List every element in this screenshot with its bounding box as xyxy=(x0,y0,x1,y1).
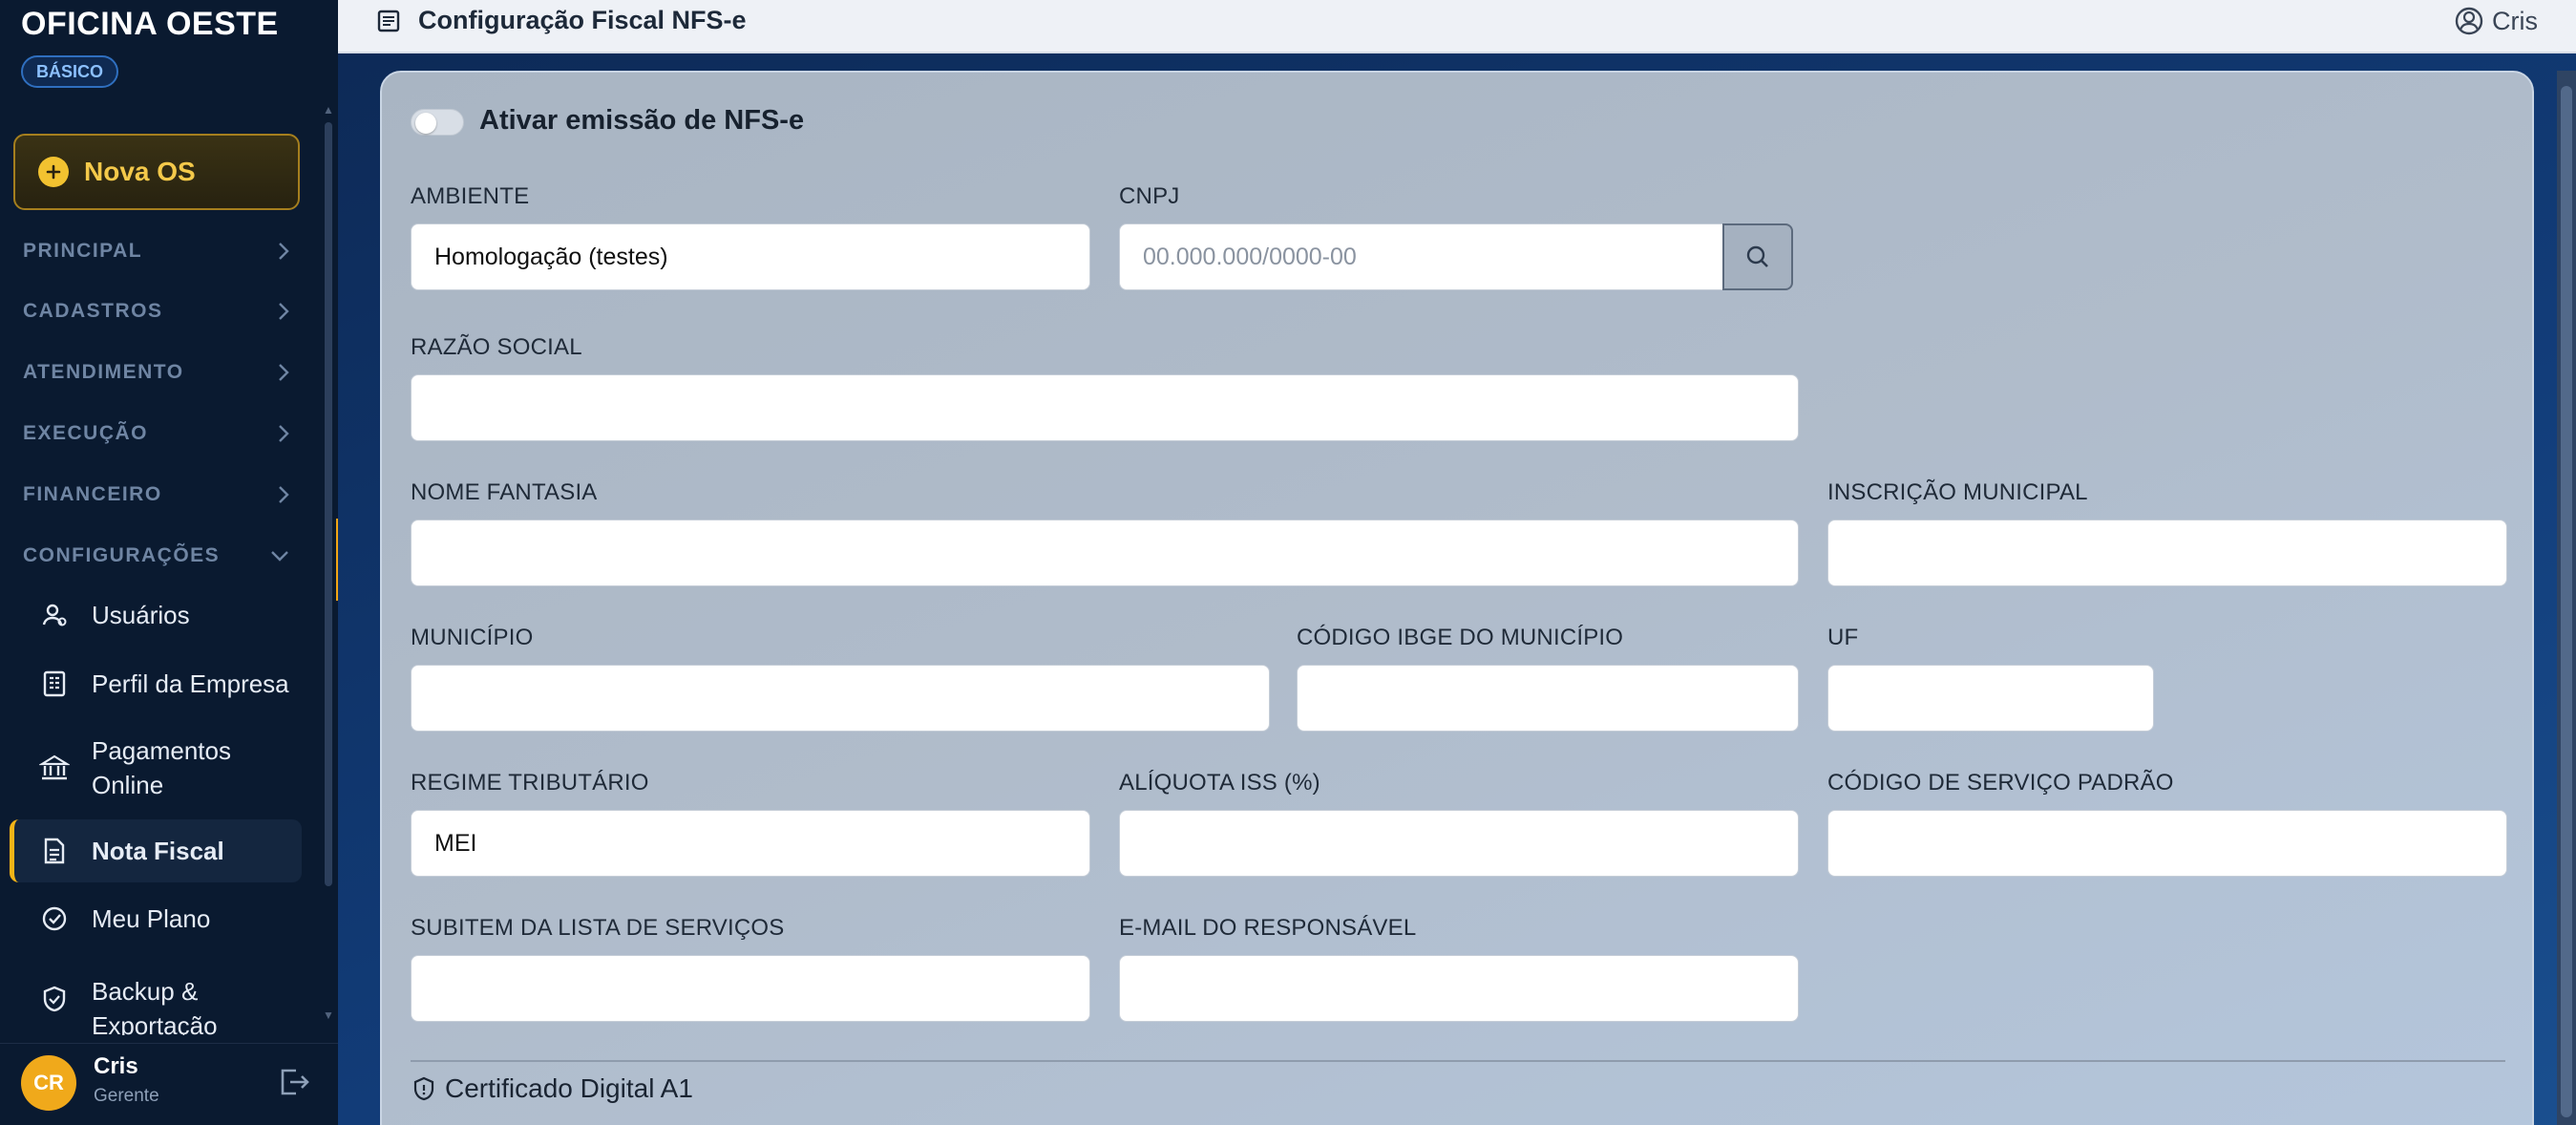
nfse-toggle-label: Ativar emissão de NFS-e xyxy=(479,105,805,136)
regime-label: REGIME TRIBUTÁRIO xyxy=(411,770,649,796)
check-circle-icon xyxy=(38,902,71,935)
nav-section-label: EXECUÇÃO xyxy=(23,422,149,444)
codigo-servico-input[interactable] xyxy=(1827,810,2507,877)
scroll-up-arrow[interactable]: ▲ xyxy=(323,103,334,117)
new-os-button[interactable]: Nova OS xyxy=(13,134,300,210)
codigo-servico-label: CÓDIGO DE SERVIÇO PADRÃO xyxy=(1827,770,2174,796)
chevron-right-icon xyxy=(279,243,289,260)
aliquota-label: ALÍQUOTA ISS (%) xyxy=(1119,770,1320,796)
sidebar-item-label: Nota Fiscal xyxy=(92,837,224,865)
plus-icon xyxy=(38,157,69,187)
sidebar-item-label: Backup & Exportação xyxy=(92,977,218,1035)
user-circle-icon xyxy=(2454,6,2484,36)
inscricao-municipal-label: INSCRIÇÃO MUNICIPAL xyxy=(1827,479,2088,505)
codigo-ibge-input[interactable] xyxy=(1297,665,1799,732)
certificado-title-text: Certificado Digital A1 xyxy=(445,1073,693,1103)
subitem-input[interactable] xyxy=(411,955,1090,1022)
sidebar-item-perfil-empresa[interactable]: Perfil da Empresa xyxy=(10,663,302,705)
user-footer: CR Cris Gerente xyxy=(0,1043,338,1125)
nome-fantasia-label: NOME FANTASIA xyxy=(411,479,598,505)
chevron-right-icon xyxy=(279,425,289,442)
top-user-menu[interactable]: Cris xyxy=(2454,6,2538,36)
nome-fantasia-input[interactable] xyxy=(411,520,1799,586)
chevron-right-icon xyxy=(279,364,289,381)
sidebar-item-label: Meu Plano xyxy=(92,904,211,933)
certificado-section-title: Certificado Digital A1 xyxy=(411,1073,693,1104)
page-title: Configuração Fiscal NFS-e xyxy=(376,6,747,35)
logout-icon[interactable] xyxy=(277,1065,315,1103)
users-icon xyxy=(38,599,71,631)
ambiente-select[interactable] xyxy=(411,223,1090,290)
sidebar-item-meu-plano[interactable]: Meu Plano xyxy=(10,898,302,940)
avatar: CR xyxy=(21,1055,76,1111)
fiscal-config-card: Ativar emissão de NFS-e AMBIENTE CNPJ RA… xyxy=(380,71,2534,1125)
cnpj-input[interactable] xyxy=(1119,223,1724,290)
search-icon xyxy=(1746,245,1768,267)
regime-select[interactable] xyxy=(411,810,1090,877)
cnpj-search-button[interactable] xyxy=(1722,223,1793,290)
aliquota-input[interactable] xyxy=(1119,810,1799,877)
bank-icon xyxy=(38,752,71,784)
municipio-input[interactable] xyxy=(411,665,1270,732)
receipt-icon xyxy=(376,9,401,33)
main-scrollbar-thumb[interactable] xyxy=(2561,86,2572,1117)
shield-icon xyxy=(411,1075,437,1102)
scroll-down-arrow[interactable]: ▼ xyxy=(323,1008,334,1022)
ambiente-label: AMBIENTE xyxy=(411,183,530,209)
nfse-toggle[interactable] xyxy=(411,109,464,136)
email-input[interactable] xyxy=(1119,955,1799,1022)
nav-section-execucao[interactable]: EXECUÇÃO xyxy=(23,414,290,453)
top-user-name: Cris xyxy=(2492,6,2538,35)
email-label: E-MAIL DO RESPONSÁVEL xyxy=(1119,915,1417,941)
top-bar: Configuração Fiscal NFS-e Cris xyxy=(338,0,2576,53)
inscricao-municipal-input[interactable] xyxy=(1827,520,2507,586)
sidebar-scrollbar-thumb[interactable] xyxy=(325,122,332,886)
sidebar-item-usuarios[interactable]: Usuários xyxy=(10,594,302,636)
nav-section-configuracoes[interactable]: CONFIGURAÇÕES xyxy=(23,537,290,575)
razao-social-input[interactable] xyxy=(411,374,1799,441)
nav-section-principal[interactable]: PRINCIPAL xyxy=(23,232,290,270)
municipio-label: MUNICÍPIO xyxy=(411,625,534,650)
nav-section-atendimento[interactable]: ATENDIMENTO xyxy=(23,353,290,392)
nav-section-financeiro[interactable]: FINANCEIRO xyxy=(23,476,290,514)
codigo-ibge-label: CÓDIGO IBGE DO MUNICÍPIO xyxy=(1297,625,1624,650)
sidebar-item-nota-fiscal[interactable]: Nota Fiscal xyxy=(10,819,302,882)
cnpj-label: CNPJ xyxy=(1119,183,1180,209)
nav-section-label: ATENDIMENTO xyxy=(23,361,184,383)
sidebar-item-pagamentos-online[interactable]: Pagamentos Online xyxy=(10,730,302,806)
brand-name: OFICINA OESTE xyxy=(21,6,279,42)
sidebar-item-backup[interactable]: Backup & Exportação xyxy=(10,963,302,1035)
user-role: Gerente xyxy=(94,1086,159,1106)
nav-section-label: CONFIGURAÇÕES xyxy=(23,544,221,566)
razao-social-label: RAZÃO SOCIAL xyxy=(411,334,582,360)
chevron-right-icon xyxy=(279,486,289,503)
document-icon xyxy=(38,835,71,867)
section-divider xyxy=(411,1060,2505,1062)
app-window: OFICINA OESTE BÁSICO Nova OS PRINCIPAL C… xyxy=(0,0,2576,1125)
chevron-right-icon xyxy=(279,303,289,320)
nav-section-label: CADASTROS xyxy=(23,300,163,322)
user-name: Cris xyxy=(94,1053,138,1079)
nav-section-cadastros[interactable]: CADASTROS xyxy=(23,292,290,330)
sidebar-item-label: Pagamentos Online xyxy=(92,736,231,799)
page-title-text: Configuração Fiscal NFS-e xyxy=(418,6,747,34)
subitem-label: SUBITEM DA LISTA DE SERVIÇOS xyxy=(411,915,785,941)
new-os-label: Nova OS xyxy=(84,157,196,186)
nav-section-label: FINANCEIRO xyxy=(23,483,162,505)
chevron-down-icon xyxy=(271,551,288,562)
uf-input[interactable] xyxy=(1827,665,2154,732)
building-icon xyxy=(38,668,71,700)
sidebar: OFICINA OESTE BÁSICO Nova OS PRINCIPAL C… xyxy=(0,0,338,1125)
nav-section-label: PRINCIPAL xyxy=(23,240,143,262)
shield-check-icon xyxy=(38,983,71,1015)
plan-badge: BÁSICO xyxy=(21,55,119,88)
sidebar-item-label: Usuários xyxy=(92,601,190,629)
sidebar-item-label: Perfil da Empresa xyxy=(92,669,289,698)
uf-label: UF xyxy=(1827,625,1859,650)
